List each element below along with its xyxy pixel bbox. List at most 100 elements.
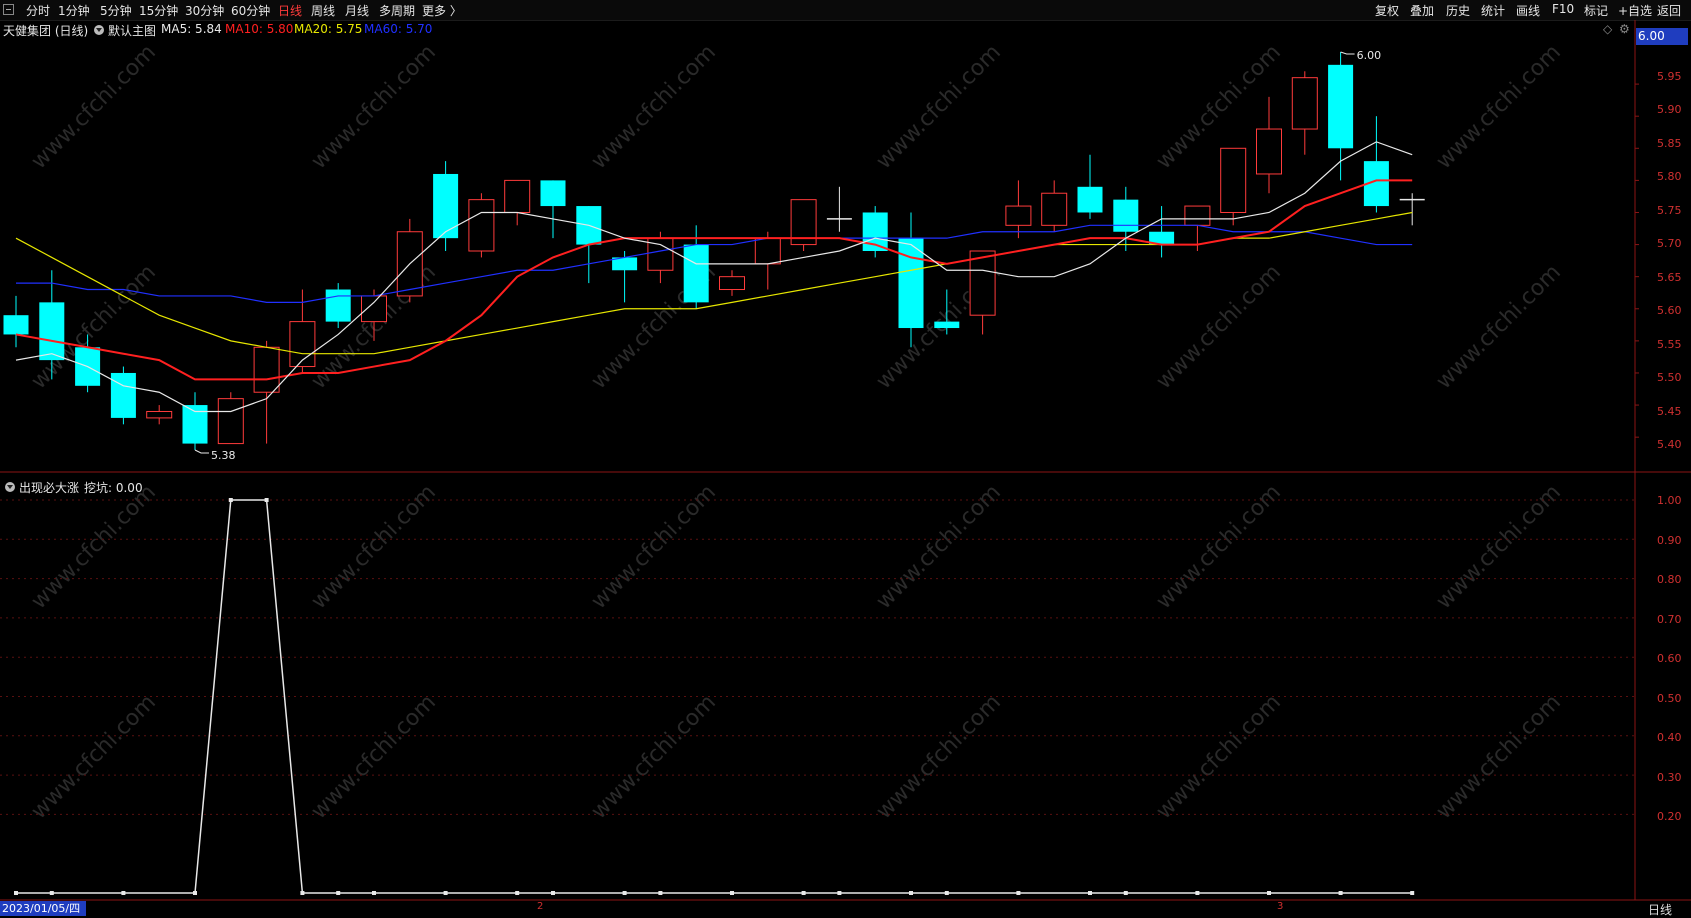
candle-body [1184, 205, 1211, 226]
watermark-text: www.cfchi.com [587, 40, 721, 174]
main-indicator-name[interactable]: 默认主图 [108, 22, 156, 39]
watermark-text: www.cfchi.com [27, 690, 161, 824]
ma60-label: MA60: 5.70 [364, 22, 433, 36]
watermark-text: www.cfchi.com [872, 690, 1006, 824]
candle-body [325, 289, 351, 322]
sub-indicator-name[interactable]: 出现必大涨 [19, 479, 79, 496]
watermark-text: www.cfchi.com [27, 40, 161, 174]
candle-body [1113, 199, 1139, 232]
candle-body [1005, 205, 1032, 226]
ma5-label: MA5: 5.84 [161, 22, 222, 36]
high-price-label: 6.00 [1357, 49, 1382, 62]
current-price-badge: 6.00 [1636, 28, 1688, 45]
y-tick-label: 5.70 [1657, 237, 1682, 250]
month-tick-label: 2 [537, 901, 544, 912]
candle-body [540, 180, 566, 207]
indicator-dropdown-icon[interactable] [94, 25, 104, 35]
sub-indicator-dropdown-icon[interactable] [5, 482, 15, 492]
candle-body [1291, 77, 1318, 130]
candle-body [719, 276, 745, 291]
candle-body [898, 238, 924, 329]
signal-point [121, 891, 126, 895]
signal-point [1016, 891, 1021, 895]
watermark-text: www.cfchi.com [307, 690, 441, 824]
candle-body [468, 199, 495, 252]
signal-point [944, 891, 949, 895]
y-tick-label: 5.90 [1657, 103, 1682, 116]
signal-point [909, 891, 913, 895]
diamond-icon[interactable]: ◇ [1603, 22, 1612, 36]
signal-point [336, 891, 341, 895]
y-tick-label: 5.50 [1657, 371, 1682, 384]
signal-point [372, 891, 376, 895]
candle-body [504, 179, 531, 213]
candle-body [253, 346, 280, 393]
main-y-axis: 5.95 5.90 5.85 5.80 5.75 5.70 5.65 5.60 … [1657, 70, 1682, 451]
candle-body [1328, 64, 1354, 149]
signal-point [193, 891, 197, 895]
candle-body [683, 244, 709, 303]
candle-body [754, 237, 781, 265]
cursor-date-badge: 2023/01/05/四 [0, 901, 86, 916]
candle-body [39, 302, 65, 361]
watermark-text: www.cfchi.com [1432, 40, 1566, 174]
ma10-label: MA10: 5.80 [225, 22, 294, 36]
watermark-text: www.cfchi.com [27, 480, 161, 614]
sub-y-tick-label: 0.50 [1657, 692, 1682, 705]
signal-point [1267, 891, 1271, 895]
signal-point [551, 891, 555, 895]
signal-point [837, 891, 842, 895]
y-tick-label: 5.40 [1657, 438, 1682, 451]
signal-point [1338, 891, 1343, 895]
candle-body [217, 398, 244, 445]
sub-y-tick-label: 0.20 [1657, 810, 1682, 823]
signal-point [264, 498, 269, 502]
sub-y-tick-label: 0.60 [1657, 652, 1682, 665]
signal-point [443, 891, 448, 895]
signal-point [622, 891, 627, 895]
signal-point [300, 891, 305, 895]
sub-y-tick-label: 0.90 [1657, 534, 1682, 547]
watermark-layer: www.cfchi.com www.cfchi.com www.cfchi.com w… [27, 40, 1566, 824]
candle-body [146, 410, 173, 419]
signal-point [801, 891, 806, 895]
y-tick-label: 5.65 [1657, 271, 1682, 284]
candle-body [3, 315, 29, 335]
candle-body [433, 173, 459, 239]
candle-body [110, 372, 136, 418]
watermark-text: www.cfchi.com [872, 40, 1006, 174]
signal-point [658, 891, 663, 895]
signal-point [1088, 891, 1092, 895]
signal-point [515, 891, 520, 895]
signal-point [1195, 891, 1200, 895]
watermark-text: www.cfchi.com [1432, 260, 1566, 394]
gear-icon[interactable]: ⚙ [1619, 22, 1630, 36]
sub-y-tick-label: 0.80 [1657, 573, 1682, 586]
watermark-text: www.cfchi.com [1152, 260, 1286, 394]
chart-area[interactable]: www.cfchi.com www.cfchi.com www.cfchi.com w… [0, 0, 1691, 916]
ma20-label: MA20: 5.75 [294, 22, 363, 36]
sub-y-tick-label: 0.30 [1657, 771, 1682, 784]
signal-point [14, 891, 18, 895]
watermark-text: www.cfchi.com [587, 690, 721, 824]
signal-point [1123, 891, 1128, 895]
period-label: 日线 [1648, 903, 1673, 917]
sub-y-tick-label: 1.00 [1657, 494, 1682, 507]
low-marker-arrow [194, 449, 209, 454]
y-tick-label: 5.95 [1657, 70, 1682, 83]
y-tick-label: 5.75 [1657, 204, 1682, 217]
low-price-label: 5.38 [211, 449, 236, 462]
signal-point [1410, 891, 1415, 895]
sub-y-tick-label: 0.40 [1657, 731, 1682, 744]
high-marker-arrow [1340, 51, 1355, 55]
watermark-text: www.cfchi.com [1432, 690, 1566, 824]
sub-y-axis: 1.00 0.90 0.80 0.70 0.60 0.50 0.40 0.30 … [1657, 494, 1682, 823]
candle-body [934, 321, 960, 329]
candle-body [1256, 128, 1282, 175]
y-tick-label: 5.80 [1657, 170, 1682, 183]
signal-point [228, 498, 233, 502]
candle-body [1220, 147, 1247, 213]
month-tick-label: 3 [1277, 901, 1284, 912]
watermark-text: www.cfchi.com [1152, 690, 1286, 824]
sub-y-tick-label: 0.70 [1657, 613, 1682, 626]
